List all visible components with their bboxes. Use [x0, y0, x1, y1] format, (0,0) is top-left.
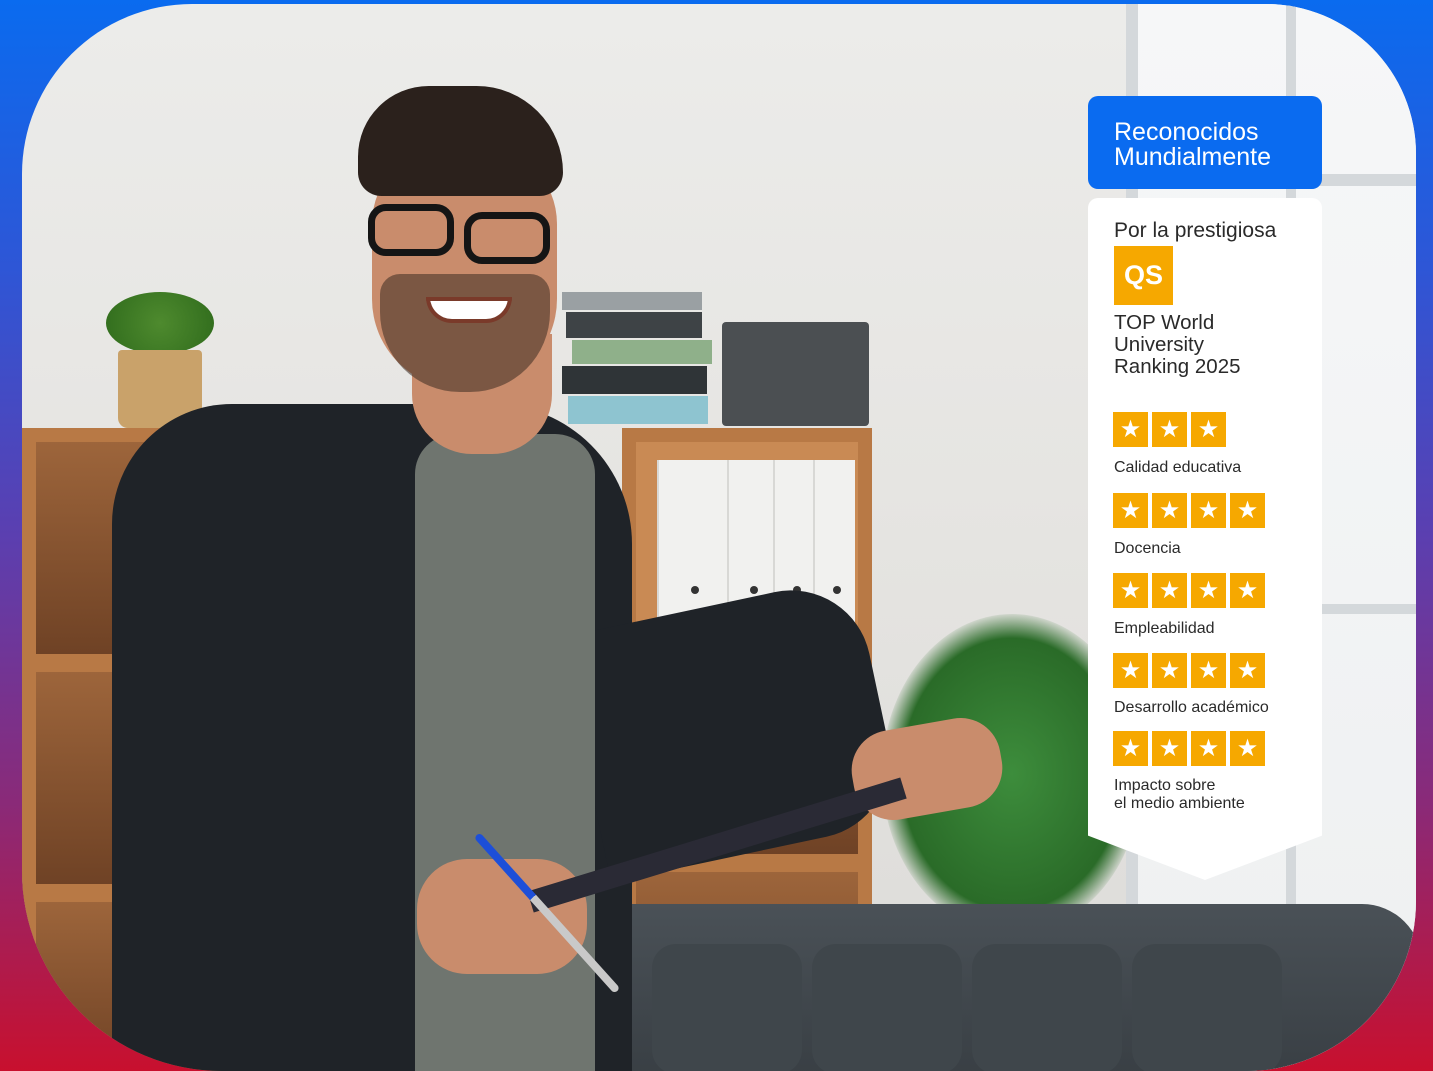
book-stack — [562, 292, 712, 427]
badge-subtitle: Por la prestigiosa — [1114, 219, 1277, 242]
category-label-empleabilidad: Empleabilidad — [1114, 620, 1215, 637]
star-icon: ★ — [1152, 493, 1187, 528]
star-icon: ★ — [1152, 573, 1187, 608]
shirt — [415, 434, 595, 1071]
ranking-line-3: Ranking 2025 — [1114, 355, 1241, 378]
star-icon: ★ — [1113, 653, 1148, 688]
hair — [358, 86, 563, 196]
star-rating-calidad-educativa: ★ ★ ★ — [1113, 412, 1226, 447]
plant — [106, 292, 214, 354]
storage-box — [722, 322, 869, 426]
category-label-desarrollo-academico: Desarrollo académico — [1114, 699, 1269, 716]
star-icon: ★ — [1191, 731, 1226, 766]
star-rating-desarrollo-academico: ★ ★ ★ ★ — [1113, 653, 1265, 688]
star-icon: ★ — [1113, 731, 1148, 766]
star-rating-empleabilidad: ★ ★ ★ ★ — [1113, 573, 1265, 608]
glasses-right — [464, 212, 550, 264]
star-icon: ★ — [1191, 493, 1226, 528]
star-icon: ★ — [1230, 653, 1265, 688]
ranking-line-1: TOP World — [1114, 311, 1215, 334]
star-icon: ★ — [1113, 493, 1148, 528]
hand-left — [417, 859, 587, 974]
star-icon: ★ — [1191, 573, 1226, 608]
star-icon: ★ — [1113, 412, 1148, 447]
star-icon: ★ — [1191, 653, 1226, 688]
smile — [426, 297, 512, 323]
category-label-impacto-line2: el medio ambiente — [1114, 795, 1245, 812]
star-icon: ★ — [1113, 573, 1148, 608]
badge-header: Reconocidos Mundialmente — [1088, 96, 1322, 189]
star-icon: ★ — [1191, 412, 1226, 447]
badge-title-line1: Reconocidos — [1114, 118, 1259, 146]
star-icon: ★ — [1230, 493, 1265, 528]
badge-title-line2: Mundialmente — [1114, 143, 1272, 171]
category-label-docencia: Docencia — [1114, 540, 1181, 557]
star-icon: ★ — [1152, 412, 1187, 447]
sofa — [562, 904, 1416, 1071]
star-rating-impacto-medio-ambiente: ★ ★ ★ ★ — [1113, 731, 1265, 766]
ranking-line-2: University — [1114, 333, 1204, 356]
star-icon: ★ — [1152, 731, 1187, 766]
star-icon: ★ — [1230, 731, 1265, 766]
category-label-impacto-line1: Impacto sobre — [1114, 777, 1216, 794]
star-rating-docencia: ★ ★ ★ ★ — [1113, 493, 1265, 528]
glasses-left — [368, 204, 454, 256]
category-label-calidad-educativa: Calidad educativa — [1114, 459, 1242, 476]
star-icon: ★ — [1230, 573, 1265, 608]
star-icon: ★ — [1152, 653, 1187, 688]
qs-logo: QS — [1114, 246, 1173, 305]
